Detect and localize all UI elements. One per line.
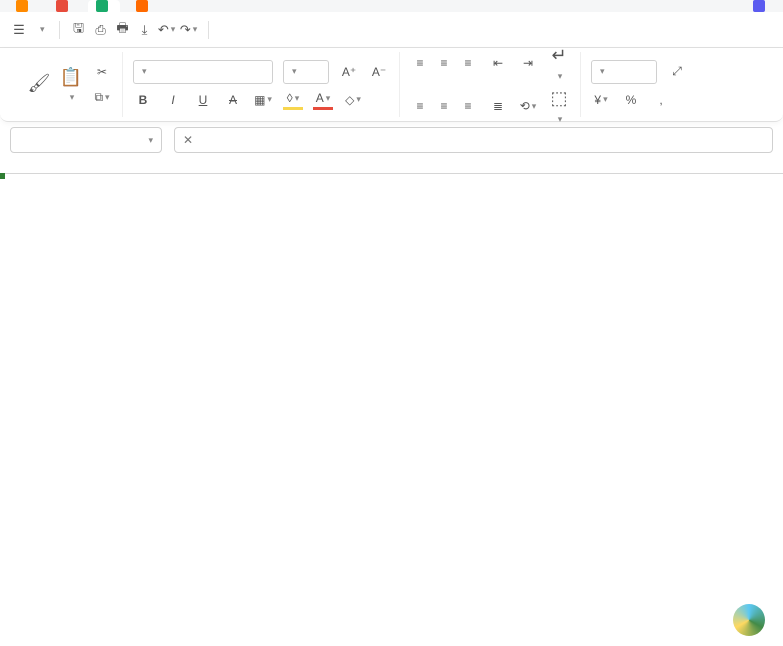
spreadsheet-grid[interactable]: [0, 154, 783, 174]
font-increase-icon[interactable]: A⁺: [339, 62, 359, 82]
chevron-down-icon: ▾: [148, 135, 153, 146]
merge-button[interactable]: ⬚: [548, 88, 570, 125]
print-preview-icon[interactable]: ⎙: [92, 21, 110, 39]
justify-icon[interactable]: ≣: [488, 96, 508, 116]
indent-increase-icon[interactable]: ⇥: [518, 53, 538, 73]
horizontal-align: ≡ ≡ ≡: [410, 96, 478, 116]
italic-icon[interactable]: I: [163, 90, 183, 110]
brush-icon: 🖌: [28, 73, 50, 95]
export-icon[interactable]: ⤓: [136, 21, 154, 39]
font-size-select[interactable]: [283, 60, 329, 84]
file-menu[interactable]: [32, 24, 49, 35]
name-box[interactable]: ▾: [10, 127, 162, 153]
format-dialog-icon[interactable]: ⤢: [667, 62, 687, 82]
separator: [208, 21, 209, 39]
clear-format-icon[interactable]: ◇: [343, 90, 363, 110]
align-top-icon[interactable]: ≡: [410, 53, 430, 73]
formula-bar[interactable]: ✕: [174, 127, 773, 153]
align-bottom-icon[interactable]: ≡: [458, 53, 478, 73]
ribbon-tabs: [237, 23, 413, 37]
app-icon: [16, 0, 28, 12]
wrap-icon: ↵: [548, 45, 570, 67]
word-icon: [753, 0, 765, 12]
indent-decrease-icon[interactable]: ⇤: [488, 53, 508, 73]
doc-tab-pinned[interactable]: [745, 0, 773, 12]
namebar: ▾ ✕: [0, 122, 783, 154]
save-icon[interactable]: 🖫: [70, 21, 88, 39]
format-painter-button[interactable]: 🖌: [28, 73, 50, 97]
merge-icon: ⬚: [548, 88, 570, 110]
doc-tab-3[interactable]: [88, 0, 120, 12]
vertical-align: ≡ ≡ ≡: [410, 53, 478, 73]
number-format-select[interactable]: [591, 60, 657, 84]
ribbon-clipboard: 🖌 📋 ✂ ⧉: [18, 52, 123, 117]
currency-icon[interactable]: ¥: [591, 90, 611, 110]
doc-tab-1[interactable]: [8, 0, 40, 12]
document-tabs: [0, 0, 783, 12]
cancel-icon[interactable]: ✕: [183, 133, 193, 147]
redo-icon[interactable]: ↷: [180, 21, 198, 39]
ribbon-number: ⤢ ¥ % ,: [581, 52, 697, 117]
template-icon: [56, 0, 68, 12]
font-name-select[interactable]: [133, 60, 273, 84]
menu-icon[interactable]: ☰: [10, 21, 28, 39]
bold-icon[interactable]: B: [133, 90, 153, 110]
wrap-text-button[interactable]: ↵: [548, 45, 570, 82]
fill-color-icon[interactable]: ◊: [283, 90, 303, 110]
percent-icon[interactable]: %: [621, 90, 641, 110]
clipboard-icon: 📋: [60, 66, 82, 88]
align-center-icon[interactable]: ≡: [434, 96, 454, 116]
ribbon-font: A⁺ A⁻ B I U A ▦ ◊ A ◇: [123, 52, 400, 117]
ribbon-align: ≡ ≡ ≡ ⇤ ⇥ ↵ ≡ ≡ ≡ ≣ ⟲ ⬚: [400, 52, 581, 117]
strike-icon[interactable]: A: [223, 90, 243, 110]
cut-icon[interactable]: ✂: [92, 62, 112, 82]
orientation-icon[interactable]: ⟲: [518, 96, 538, 116]
copy-icon[interactable]: ⧉: [92, 88, 112, 108]
separator: [59, 21, 60, 39]
border-icon[interactable]: ▦: [253, 90, 273, 110]
watermark: [733, 604, 771, 636]
doc-tab-2[interactable]: [48, 0, 80, 12]
align-right-icon[interactable]: ≡: [458, 96, 478, 116]
align-left-icon[interactable]: ≡: [410, 96, 430, 116]
font-color-icon[interactable]: A: [313, 90, 333, 110]
ribbon: 🖌 📋 ✂ ⧉ A⁺ A⁻ B I U A ▦ ◊ A ◇ ≡: [0, 48, 783, 122]
xlsx-icon: [96, 0, 108, 12]
underline-icon[interactable]: U: [193, 90, 213, 110]
print-icon[interactable]: 🖶: [114, 21, 132, 39]
undo-icon[interactable]: ↶: [158, 21, 176, 39]
selection-ring: [0, 174, 4, 178]
menubar: ☰ 🖫 ⎙ 🖶 ⤓ ↶ ↷: [0, 12, 783, 48]
comma-icon[interactable]: ,: [651, 90, 671, 110]
logo-icon: [733, 604, 765, 636]
pptx-icon: [136, 0, 148, 12]
font-decrease-icon[interactable]: A⁻: [369, 62, 389, 82]
paste-button[interactable]: 📋: [60, 66, 82, 103]
doc-tab-4[interactable]: [128, 0, 160, 12]
align-middle-icon[interactable]: ≡: [434, 53, 454, 73]
